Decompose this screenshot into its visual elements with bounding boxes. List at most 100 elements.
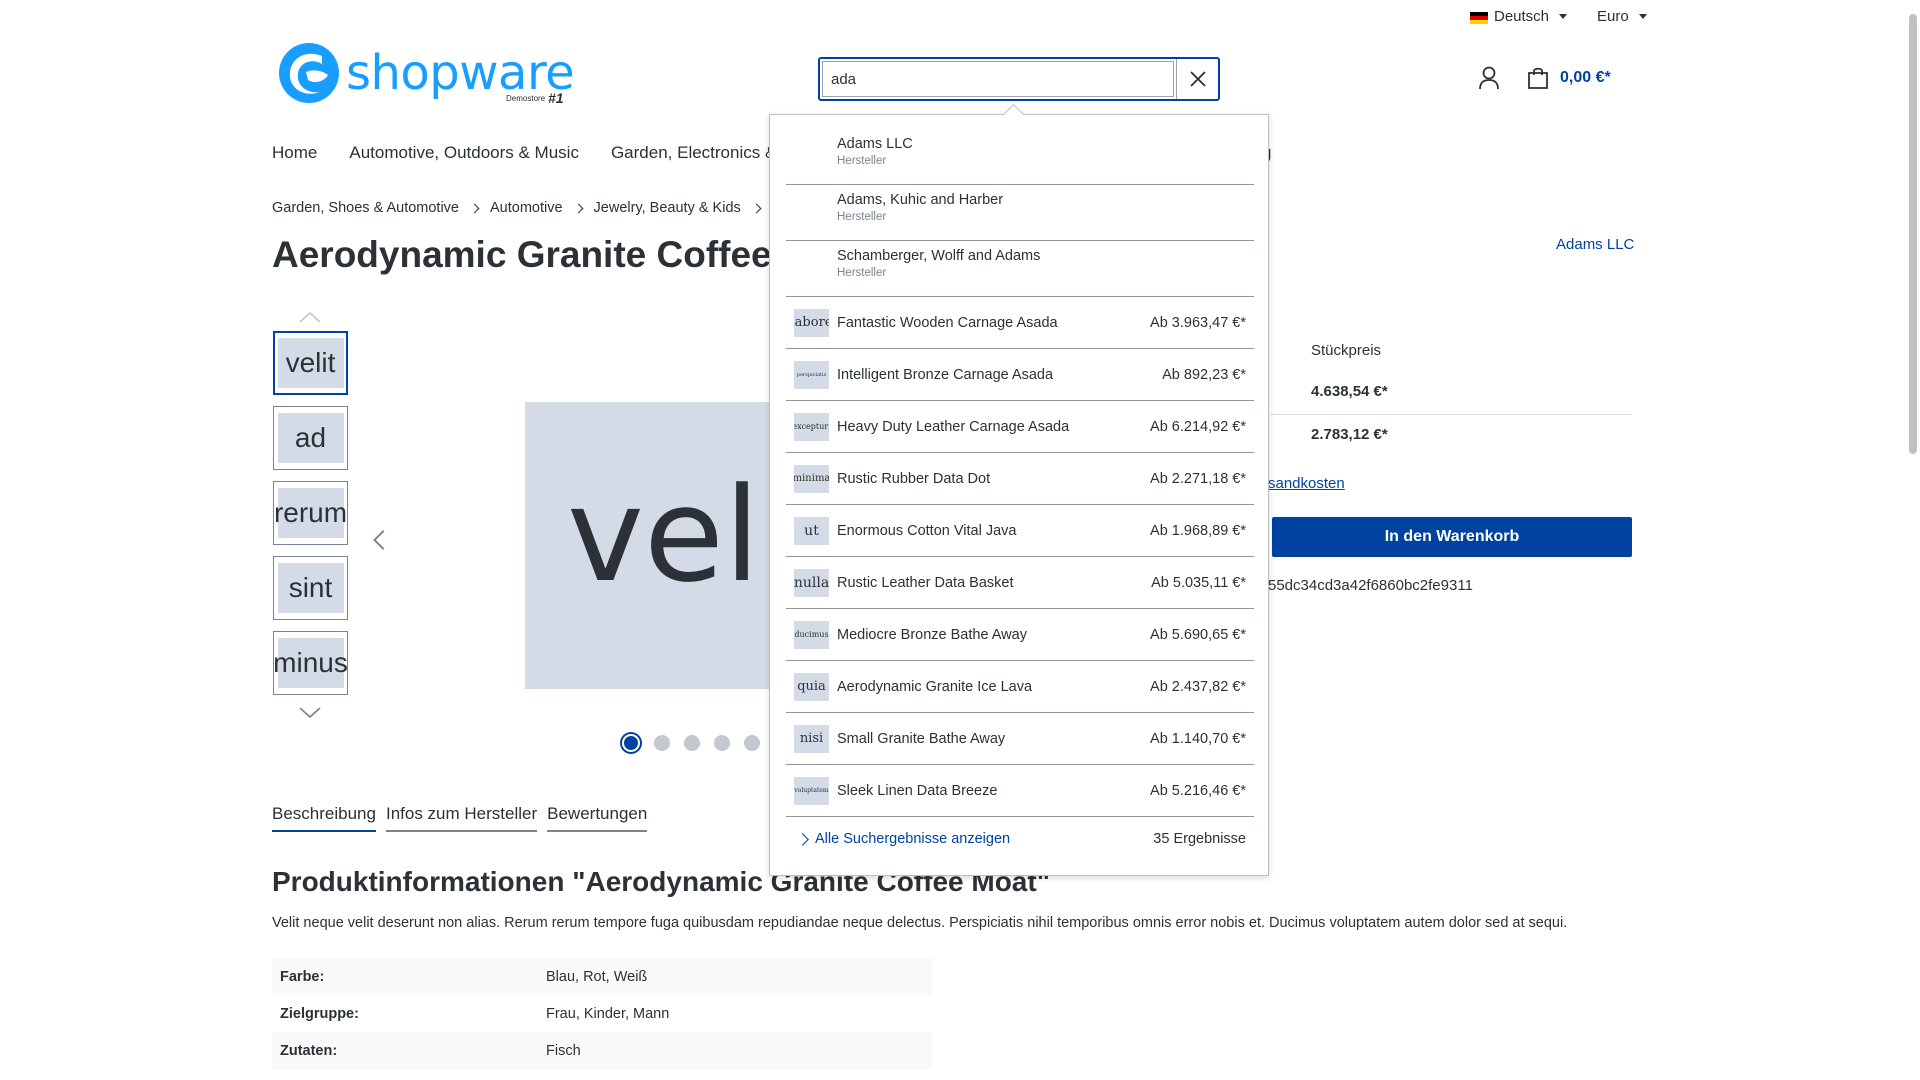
language-label: Deutsch: [1494, 8, 1550, 25]
suggest-list: Adams LLC Hersteller Adams, Kuhic and Ha…: [786, 129, 1254, 861]
product-name: Enormous Cotton Vital Java: [837, 522, 1017, 539]
user-icon: [1479, 66, 1499, 90]
product-price: Ab 1.968,89 €*: [1150, 522, 1246, 539]
bag-icon: [1528, 67, 1548, 89]
suggest-product[interactable]: nisi Small Granite Bathe Away Ab 1.140,7…: [786, 713, 1254, 765]
search-suggest-dropdown: Adams LLC Hersteller Adams, Kuhic and Ha…: [769, 114, 1269, 876]
thumbnail[interactable]: ad: [273, 406, 348, 470]
table-row: Zutaten: Fisch: [272, 1032, 932, 1069]
breadcrumb-item[interactable]: Automotive: [490, 200, 563, 216]
thumbnail[interactable]: minus: [273, 631, 348, 695]
scrollbar-thumb[interactable]: [1909, 14, 1917, 454]
divider: [1270, 414, 1632, 415]
breadcrumb-item[interactable]: Jewelry, Beauty & Kids: [594, 200, 741, 216]
thumbnail[interactable]: rerum: [273, 481, 348, 545]
product-price: Ab 2.437,82 €*: [1150, 678, 1246, 695]
product-main-image: vel: [525, 402, 785, 689]
show-all-results: Alle Suchergebnisse anzeigen: [786, 831, 1010, 847]
thumbnail[interactable]: sint: [273, 556, 348, 620]
suggest-product[interactable]: voluptatem Sleek Linen Data Breeze Ab 5.…: [786, 765, 1254, 817]
manufacturer-name: Adams, Kuhic and Harber: [837, 192, 1004, 208]
shipping-costs-link[interactable]: sandkosten: [1268, 475, 1345, 492]
search-form: [818, 57, 1220, 101]
gallery-dot[interactable]: [744, 735, 760, 751]
search-input[interactable]: [822, 61, 1174, 97]
description-text: Velit neque velit deserunt non alias. Re…: [272, 915, 1568, 931]
page-scrollbar[interactable]: [1905, 0, 1920, 1080]
product-price: Ab 2.271,18 €*: [1150, 470, 1246, 487]
chevron-right-icon: [469, 203, 480, 213]
gallery-dot[interactable]: [714, 735, 730, 751]
caret-down-icon: [1559, 14, 1568, 19]
tab-description[interactable]: Beschreibung: [272, 804, 376, 832]
breadcrumb-item[interactable]: Garden, Shoes & Automotive: [272, 200, 459, 216]
search-clear-button[interactable]: [1176, 59, 1218, 99]
main-navigation: Home Automotive, Outdoors & Music Garden…: [272, 143, 776, 163]
gallery-dot[interactable]: [622, 734, 640, 752]
language-switch[interactable]: Deutsch: [1470, 8, 1568, 25]
manufacturer-type: Hersteller: [837, 211, 887, 223]
property-value: Frau, Kinder, Mann: [546, 1005, 670, 1022]
shopware-logo-icon: [279, 43, 339, 103]
account-button[interactable]: [1478, 66, 1500, 95]
suggest-manufacturer[interactable]: Adams LLC Hersteller: [786, 129, 1254, 185]
product-thumbnail: nisi: [794, 724, 829, 753]
property-key: Farbe:: [272, 958, 538, 995]
gallery-dot[interactable]: [654, 735, 670, 751]
manufacturer-type: Hersteller: [837, 155, 887, 167]
gallery-dot[interactable]: [684, 735, 700, 751]
german-flag-icon: [1470, 11, 1488, 24]
product-thumbnail: labore: [794, 308, 829, 337]
property-value: Fisch: [538, 1032, 932, 1069]
product-name: Sleek Linen Data Breeze: [837, 782, 998, 799]
product-title: Aerodynamic Granite Coffee: [272, 234, 772, 275]
thumbnail-next-button[interactable]: [298, 706, 322, 720]
gallery-prev-button[interactable]: [373, 530, 393, 550]
suggest-product[interactable]: ut Enormous Cotton Vital Java Ab 1.968,8…: [786, 505, 1254, 557]
product-price: Ab 6.214,92 €*: [1150, 418, 1246, 435]
product-price: Ab 1.140,70 €*: [1150, 730, 1246, 747]
breadcrumb: Garden, Shoes & Automotive Automotive Je…: [272, 200, 762, 216]
result-count: 35 Ergebnisse: [1153, 831, 1246, 847]
suggest-manufacturer[interactable]: Schamberger, Wolff and Adams Hersteller: [786, 241, 1254, 297]
nav-item-automotive-outdoors-music[interactable]: Automotive, Outdoors & Music: [349, 143, 579, 163]
suggest-product[interactable]: labore Fantastic Wooden Carnage Asada Ab…: [786, 297, 1254, 349]
suggest-product[interactable]: excepturi Heavy Duty Leather Carnage Asa…: [786, 401, 1254, 453]
product-name: Mediocre Bronze Bathe Away: [837, 626, 1027, 643]
product-thumbnail: minima: [794, 464, 829, 493]
table-row: Farbe: Blau, Rot, Weiß: [272, 958, 932, 995]
suggest-product[interactable]: minima Rustic Rubber Data Dot Ab 2.271,1…: [786, 453, 1254, 505]
manufacturer-name: Schamberger, Wolff and Adams: [837, 248, 1041, 264]
logo-wordmark: shopware: [346, 45, 575, 101]
shop-logo[interactable]: shopware Demostore #1: [278, 42, 575, 106]
property-key: Zutaten:: [272, 1032, 538, 1069]
product-price: Ab 892,23 €*: [1162, 366, 1246, 383]
suggest-product[interactable]: nulla Rustic Leather Data Basket Ab 5.03…: [786, 557, 1254, 609]
suggest-product[interactable]: perspiciatis Intelligent Bronze Carnage …: [786, 349, 1254, 401]
thumbnail-prev-button[interactable]: [298, 310, 322, 324]
currency-switch[interactable]: Euro: [1597, 8, 1647, 25]
close-icon: [1189, 71, 1206, 87]
suggest-manufacturer[interactable]: Adams, Kuhic and Harber Hersteller: [786, 185, 1254, 241]
chevron-up-icon: [299, 311, 321, 323]
thumbnail-image: velit: [277, 338, 344, 388]
show-all-results-link[interactable]: Alle Suchergebnisse anzeigen 35 Ergebnis…: [786, 817, 1254, 861]
manufacturer-type: Hersteller: [837, 267, 887, 279]
product-name: Rustic Rubber Data Dot: [837, 470, 991, 487]
add-to-cart-button[interactable]: In den Warenkorb: [1272, 517, 1632, 557]
manufacturer-link[interactable]: Adams LLC: [1556, 236, 1634, 253]
tab-reviews[interactable]: Bewertungen: [547, 804, 648, 832]
product-thumbnail: ut: [794, 516, 829, 545]
top-bar: Deutsch Euro: [1470, 8, 1647, 25]
suggest-product[interactable]: quia Aerodynamic Granite Ice Lava Ab 2.4…: [786, 661, 1254, 713]
nav-item-garden-electronics[interactable]: Garden, Electronics &: [611, 143, 776, 163]
product-name: Rustic Leather Data Basket: [837, 574, 1014, 591]
cart-total: 0,00 €*: [1560, 69, 1611, 86]
tab-manufacturer-info[interactable]: Infos zum Hersteller: [385, 804, 538, 832]
nav-item-home[interactable]: Home: [272, 143, 317, 163]
product-name: Fantastic Wooden Carnage Asada: [837, 314, 1058, 331]
thumbnail[interactable]: velit: [273, 331, 348, 395]
suggest-product[interactable]: ducimus Mediocre Bronze Bathe Away Ab 5.…: [786, 609, 1254, 661]
cart-button[interactable]: 0,00 €*: [1526, 66, 1611, 90]
product-price: Ab 5.690,65 €*: [1150, 626, 1246, 643]
